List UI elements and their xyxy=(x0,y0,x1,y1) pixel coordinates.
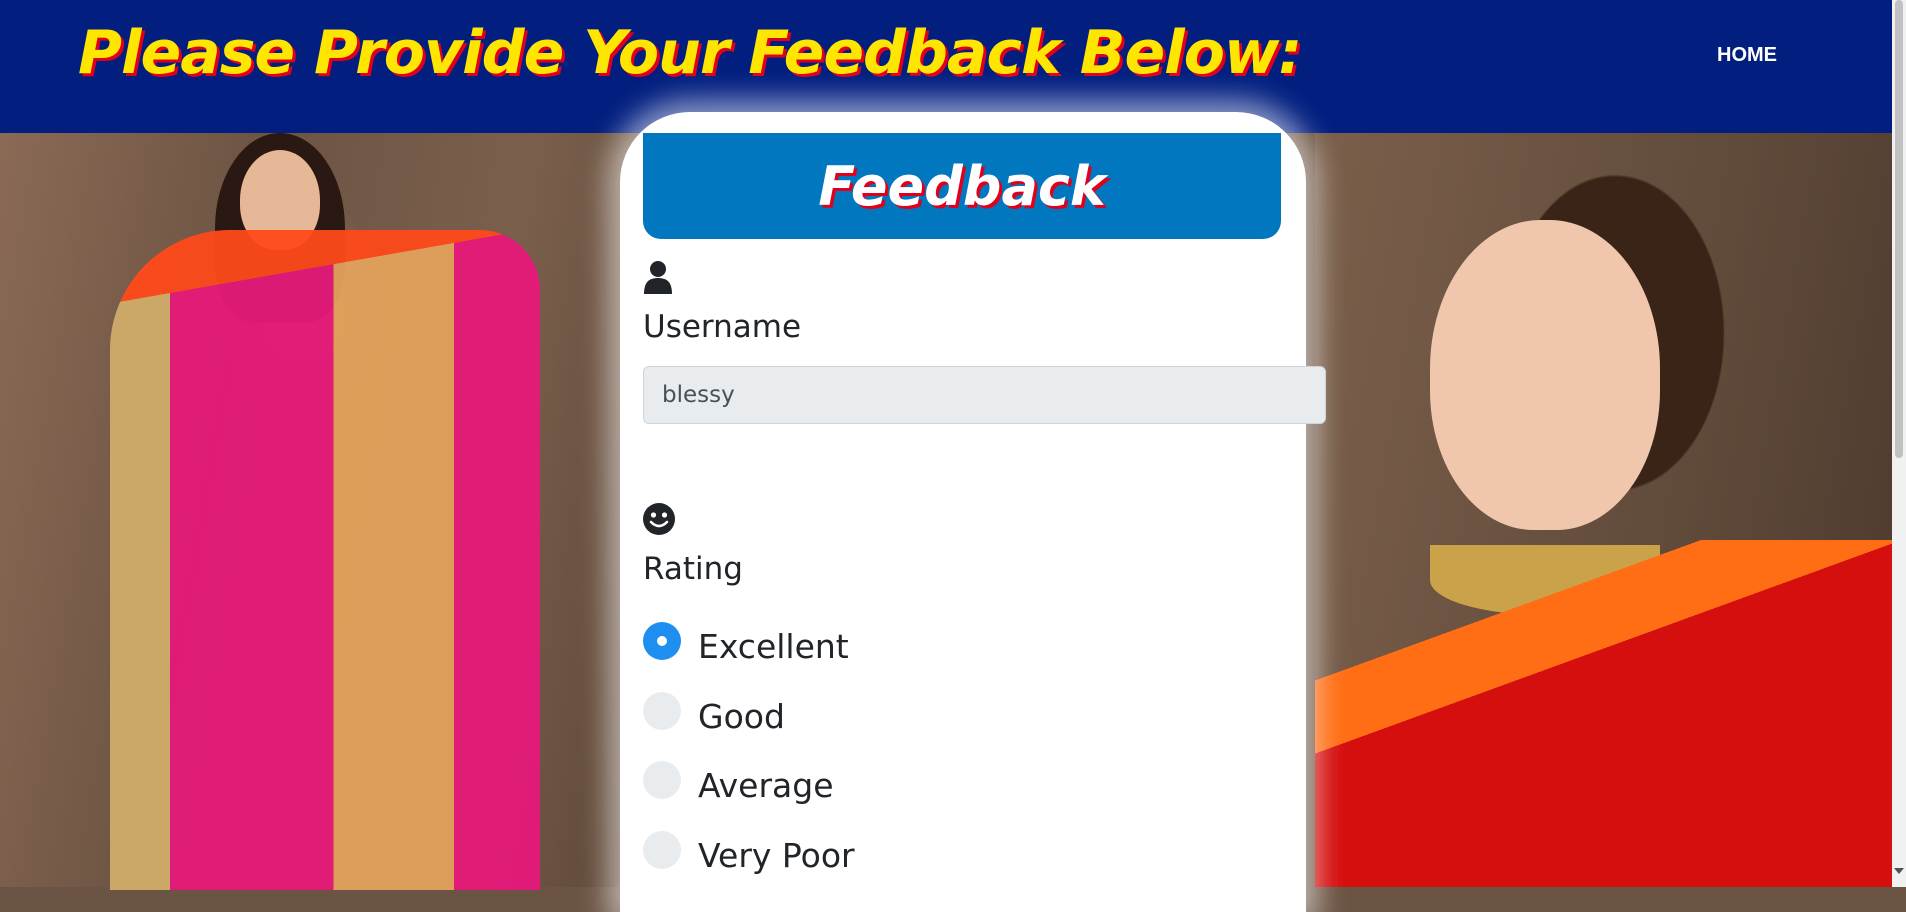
photo-right-face xyxy=(1430,220,1660,530)
rating-option-average[interactable]: Average xyxy=(698,766,834,805)
photo-left-saree xyxy=(110,230,540,890)
page-scrollbar[interactable] xyxy=(1892,0,1906,887)
rating-radio-average[interactable] xyxy=(643,761,681,799)
rating-label: Rating xyxy=(643,551,743,587)
feedback-title: Feedback xyxy=(818,155,1106,218)
feedback-card-header: Feedback xyxy=(643,133,1281,239)
scrollbar-thumb[interactable] xyxy=(1895,0,1903,458)
rating-option-excellent[interactable]: Excellent xyxy=(698,627,849,666)
rating-option-good[interactable]: Good xyxy=(698,697,785,736)
marquee-text: Please Provide Your Feedback Below: xyxy=(78,18,1300,88)
username-input[interactable] xyxy=(643,366,1326,424)
user-icon xyxy=(644,261,672,294)
rating-radio-excellent[interactable] xyxy=(643,622,681,660)
rating-radio-very-poor[interactable] xyxy=(643,831,681,869)
username-label: Username xyxy=(643,309,802,345)
nav-home-link[interactable]: HOME xyxy=(1717,44,1777,67)
photo-right-saree xyxy=(1315,540,1906,887)
smile-icon xyxy=(643,503,675,535)
rating-radio-good[interactable] xyxy=(643,692,681,730)
scroll-down-arrow-icon[interactable] xyxy=(1894,868,1904,874)
rating-option-very-poor[interactable]: Very Poor xyxy=(698,836,855,875)
